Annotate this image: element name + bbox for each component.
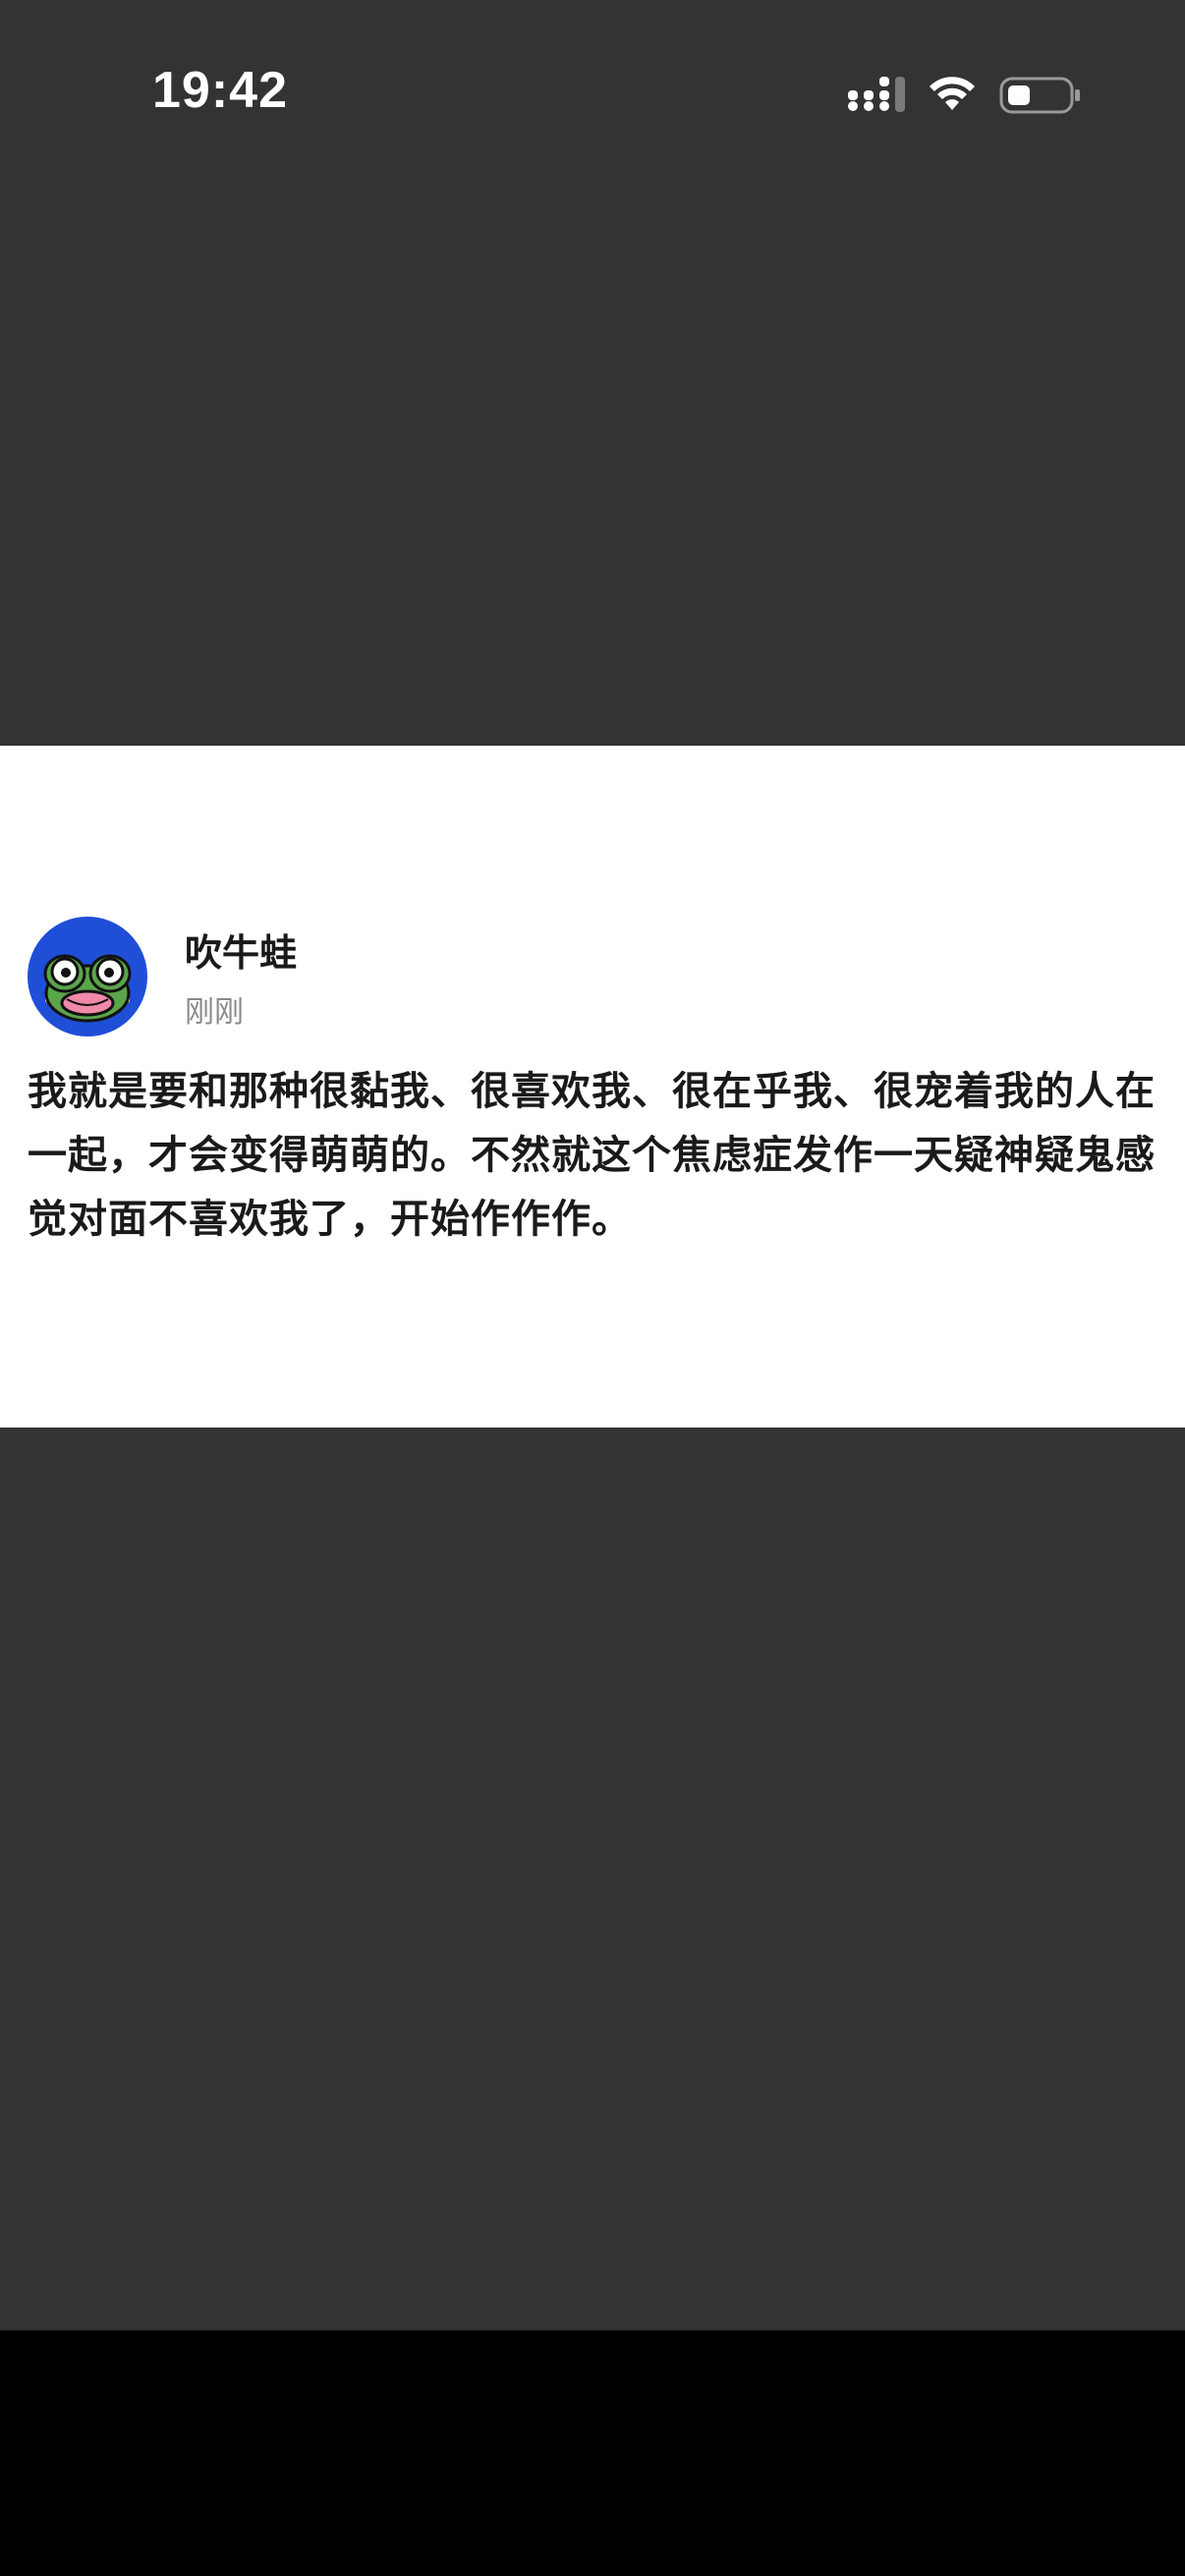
wifi-icon <box>930 77 975 110</box>
battery-icon <box>999 77 1080 114</box>
cellular-signal-icon <box>848 77 905 112</box>
post-timestamp: 刚刚 <box>185 995 244 1030</box>
status-bar: 19:42 <box>0 0 1185 196</box>
status-time: 19:42 <box>152 62 288 119</box>
author-name[interactable]: 吹牛蛙 <box>185 923 297 977</box>
post-content: 我就是要和那种很黏我、很喜欢我、很在乎我、很宠着我的人在一起，才会变得萌萌的。不… <box>28 1069 1156 1242</box>
bottom-bar <box>0 2330 1185 2576</box>
frog-avatar-icon[interactable] <box>28 917 147 1036</box>
post-card[interactable]: 吹牛蛙 刚刚 我就是要和那种很黏我、很喜欢我、很在乎我、很宠着我的人在一起，才会… <box>0 746 1185 1428</box>
